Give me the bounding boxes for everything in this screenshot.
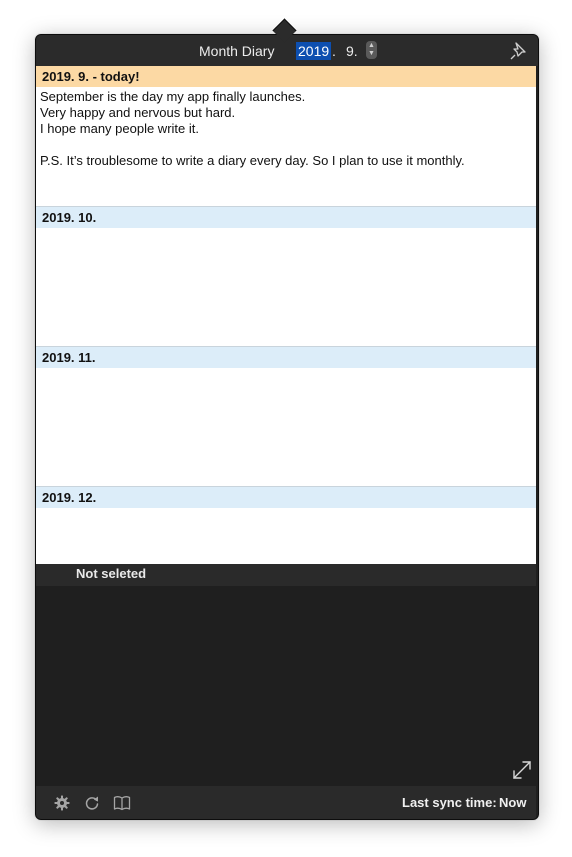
entry-text[interactable] [36,508,536,510]
entry-text[interactable] [36,368,536,370]
entry-header: 2019. 11. [36,347,536,368]
refresh-icon[interactable] [83,794,101,812]
selection-status: Not seleted [76,566,147,581]
entry-text[interactable] [36,228,536,230]
diary-entry[interactable]: 2019. 12. [36,487,536,564]
gear-icon[interactable] [53,794,71,812]
month-diary-popover: Month Diary 2019 . 9. ▲ ▼ 2019. 9. - tod… [35,34,539,820]
stepper-down-icon[interactable]: ▼ [368,50,375,58]
entry-header: 2019. 10. [36,207,536,228]
diary-entry[interactable]: 2019. 10. [36,207,536,346]
sync-time-label: Last sync time: [402,795,497,810]
entry-header: 2019. 12. [36,487,536,508]
footer-toolbar: Last sync time: Now [36,786,536,819]
diary-entry-current[interactable]: 2019. 9. - today! September is the day m… [36,66,536,205]
book-icon[interactable] [113,794,131,812]
expand-icon[interactable] [510,758,534,782]
month-field[interactable]: 9. [346,43,358,59]
entry-text[interactable]: September is the day my app finally laun… [36,87,536,169]
date-stepper[interactable]: ▲ ▼ [366,41,377,59]
sync-time-value: Now [499,795,527,810]
selection-status-bar: Not seleted [36,564,536,586]
diary-list[interactable]: 2019. 9. - today! September is the day m… [36,66,536,564]
diary-entry[interactable]: 2019. 11. [36,347,536,486]
year-separator: . [332,43,336,59]
preview-area [36,586,536,786]
year-field[interactable]: 2019 [296,42,332,60]
entry-header: 2019. 9. - today! [36,66,536,87]
app-title: Month Diary [199,43,275,59]
stepper-up-icon[interactable]: ▲ [368,42,375,50]
pin-icon[interactable] [508,40,530,62]
